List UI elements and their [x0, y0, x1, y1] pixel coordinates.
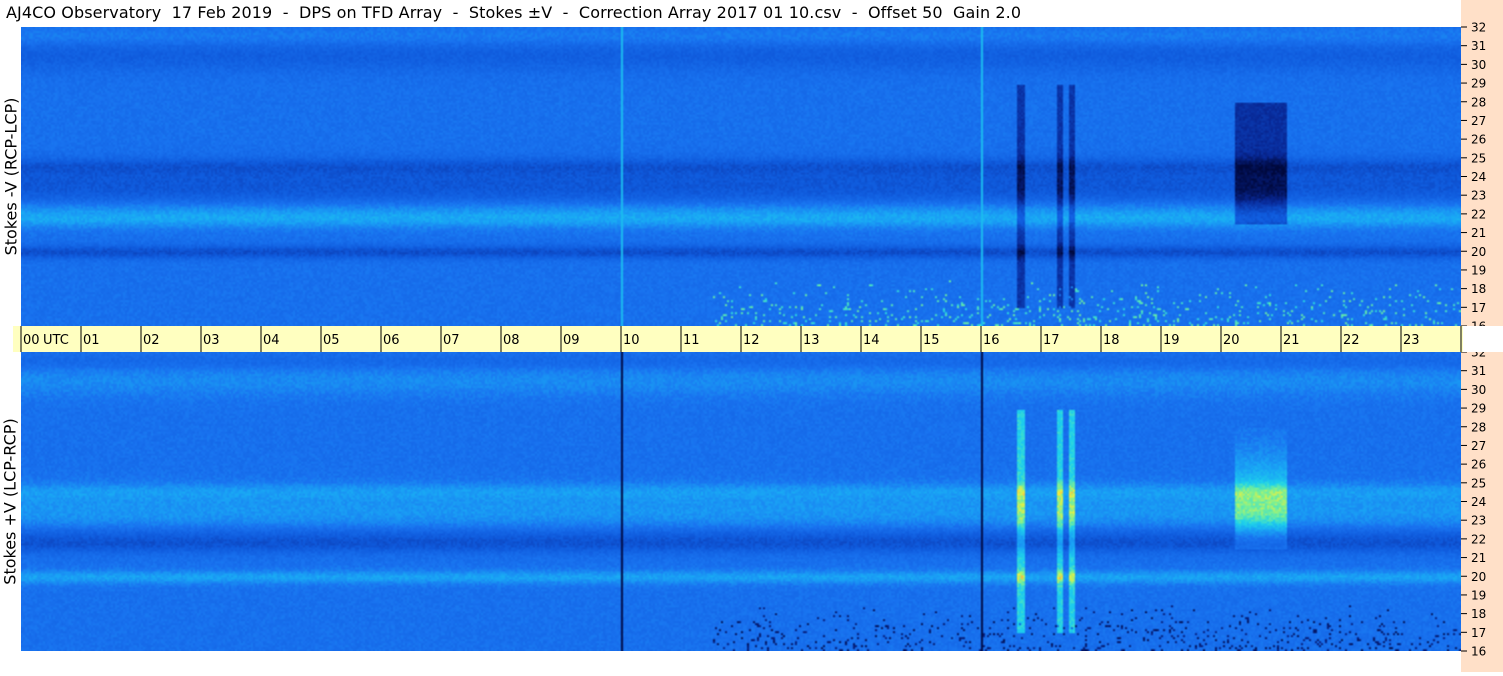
mhz-tick-label: 25	[1471, 151, 1486, 165]
utc-tick-label: 03	[203, 333, 220, 348]
mhz-tick-label: 30	[1471, 383, 1486, 397]
frequency-axis-top: 32 31 30 29 28 27 26 25 24 23 22 21 20 19 18 17 16	[1461, 0, 1503, 334]
mhz-tick-label: 30	[1471, 58, 1486, 72]
mhz-tick-label: 32	[1471, 21, 1486, 35]
mhz-tick-label: 27	[1471, 114, 1486, 128]
mhz-tick-label: 17	[1471, 626, 1486, 640]
chart-title: AJ4CO Observatory 17 Feb 2019 - DPS on T…	[6, 3, 1022, 22]
mhz-tick-label: 32	[1471, 352, 1486, 360]
mhz-tick-label: 16	[1471, 320, 1486, 327]
top-panel-label: Stokes -V (RCP-LCP)	[0, 27, 21, 326]
utc-tick-label: 06	[383, 333, 400, 348]
bottom-panel-label: Stokes +V (LCP-RCP)	[0, 352, 21, 651]
spectrogram-frame: AJ4CO Observatory 17 Feb 2019 - DPS on T…	[0, 0, 1503, 672]
mhz-tick-label: 20	[1471, 570, 1486, 584]
utc-tick-label: 23	[1403, 333, 1420, 348]
mhz-tick-label: 20	[1471, 245, 1486, 259]
utc-tick-label: 20	[1223, 333, 1240, 348]
mhz-tick-label: 29	[1471, 77, 1486, 91]
mhz-tick-label: 29	[1471, 402, 1486, 416]
mhz-tick-label: 27	[1471, 439, 1486, 453]
utc-time-axis: 00 01 02 03 04 05 06 07 08 09 10 11 12 13 14 15 16 17 18 19…	[13, 326, 1497, 352]
mhz-tick-label: 19	[1471, 588, 1486, 602]
utc-axis-svg: 00 01 02 03 04 05 06 07 08 09 10 11 12 13 14 15 16 17 18 19…	[20, 326, 1497, 352]
mhz-tick-label: 22	[1471, 207, 1486, 221]
mhz-tick-label: 25	[1471, 476, 1486, 490]
mhz-tick-label: 21	[1471, 551, 1486, 565]
mhz-tick-label: 31	[1471, 39, 1486, 53]
utc-tick-label: 13	[803, 333, 820, 348]
utc-tick-label: 07	[443, 333, 460, 348]
mhz-tick-label: 22	[1471, 532, 1486, 546]
utc-tick-label: 04	[263, 333, 280, 348]
utc-tick-label: 01	[83, 333, 100, 348]
utc-tick-label: 15	[923, 333, 940, 348]
mhz-tick-label: 24	[1471, 170, 1486, 184]
frequency-axis-top-svg: 32 31 30 29 28 27 26 25 24 23 22 21 20 19 18 17 16	[1461, 21, 1486, 334]
stokes-plus-v-heatmap	[21, 352, 1461, 651]
frequency-axis-bottom-svg: 32 31 30 29 28 27 26 25 24 23 22 21 20 19 18 17 16	[1461, 346, 1486, 659]
mhz-tick-label: 24	[1471, 495, 1486, 509]
heatmap-canvas-bottom	[21, 352, 1461, 651]
utc-tick-label: 09	[563, 333, 580, 348]
utc-tick-label: 05	[323, 333, 340, 348]
mhz-tick-label: 31	[1471, 364, 1486, 378]
utc-tick-label: 17	[1043, 333, 1060, 348]
mhz-tick-label: 28	[1471, 95, 1486, 109]
stokes-minus-v-heatmap	[21, 27, 1461, 326]
utc-tick-label: 21	[1283, 333, 1300, 348]
mhz-tick-label: 23	[1471, 189, 1486, 203]
utc-tick-label: 16	[983, 333, 1000, 348]
utc-tick-label: 08	[503, 333, 520, 348]
utc-tick-label: 10	[623, 333, 640, 348]
bottom-panel-label-text: Stokes +V (LCP-RCP)	[1, 418, 20, 585]
utc-tick-label: 22	[1343, 333, 1360, 348]
mhz-tick-label: 18	[1471, 607, 1486, 621]
mhz-tick-label: 28	[1471, 420, 1486, 434]
utc-unit-label: UTC	[43, 333, 69, 348]
frequency-axis-bottom: 32 31 30 29 28 27 26 25 24 23 22 21 20 19 18 17 16	[1461, 346, 1503, 672]
utc-tick-label: 18	[1103, 333, 1120, 348]
top-panel-label-text: Stokes -V (RCP-LCP)	[1, 97, 21, 256]
mhz-tick-label: 26	[1471, 133, 1486, 147]
utc-tick-label: 19	[1163, 333, 1180, 348]
mhz-tick-label: 19	[1471, 263, 1486, 277]
mhz-tick-label: 17	[1471, 301, 1486, 315]
utc-tick-label: 12	[743, 333, 760, 348]
utc-tick-label: 14	[863, 333, 880, 348]
utc-tick-label: 02	[143, 333, 160, 348]
utc-tick-label: 11	[683, 333, 700, 348]
mhz-tick-label: 16	[1471, 645, 1486, 659]
heatmap-canvas-top	[21, 27, 1461, 326]
mhz-tick-label: 18	[1471, 282, 1486, 296]
mhz-tick-label: 23	[1471, 514, 1486, 528]
utc-tick-label: 00	[23, 333, 40, 348]
mhz-tick-label: 21	[1471, 226, 1486, 240]
mhz-tick-label: 26	[1471, 458, 1486, 472]
